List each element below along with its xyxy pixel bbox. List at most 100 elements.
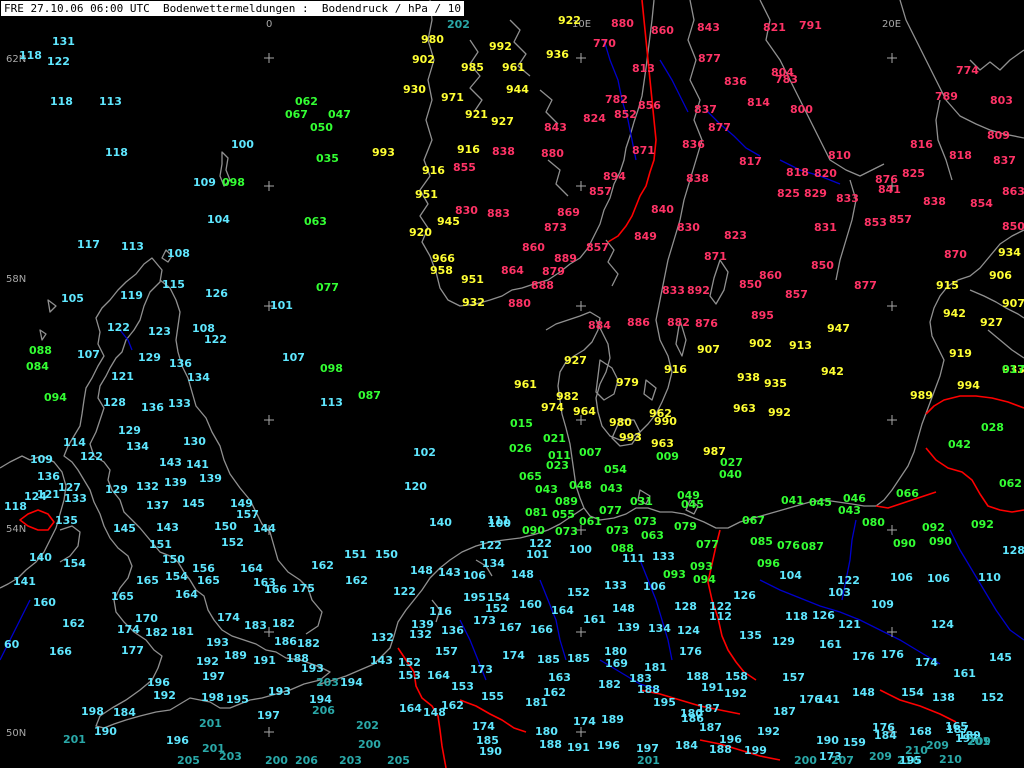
station-pressure-value: 193 (206, 636, 229, 649)
station-pressure-value: 189 (601, 713, 624, 726)
station-pressure-value: 131 (52, 35, 75, 48)
station-pressure-value: 129 (118, 424, 141, 437)
station-pressure-value: 126 (733, 589, 756, 602)
station-pressure-value: 863 (1002, 185, 1024, 198)
station-pressure-value: 182 (272, 617, 295, 630)
station-pressure-value: 155 (481, 690, 504, 703)
station-pressure-value: 112 (709, 610, 732, 623)
station-pressure-value: 106 (890, 571, 913, 584)
station-pressure-value: 203 (219, 750, 242, 763)
station-pressure-value: 192 (153, 689, 176, 702)
station-pressure-value: 209 (968, 735, 991, 748)
station-pressure-value: 094 (44, 391, 67, 404)
station-pressure-value: 990 (654, 415, 677, 428)
station-pressure-value: 118 (105, 146, 128, 159)
station-pressure-value: 934 (998, 246, 1021, 259)
station-pressure-value: 140 (29, 551, 52, 564)
station-pressure-value: 942 (821, 365, 844, 378)
station-pressure-value: 150 (162, 553, 185, 566)
station-pressure-value: 141 (13, 575, 36, 588)
station-pressure-value: 134 (648, 622, 671, 635)
station-pressure-value: 176 (679, 645, 702, 658)
station-pressure-value: 116 (429, 605, 452, 618)
station-pressure-value: 791 (799, 19, 822, 32)
station-pressure-value: 124 (931, 618, 954, 631)
station-pressure-value: 096 (757, 557, 780, 570)
station-pressure-value: 150 (214, 520, 237, 533)
station-pressure-value: 879 (542, 265, 565, 278)
station-pressure-value: 161 (953, 667, 976, 680)
station-pressure-value: 207 (831, 754, 854, 767)
station-pressure-value: 162 (311, 559, 334, 572)
station-pressure-value: 202 (447, 18, 470, 31)
station-pressure-value: 133 (64, 492, 87, 505)
station-pressure-value: 836 (682, 138, 705, 151)
station-pressure-value: 101 (270, 299, 293, 312)
station-pressure-value: 067 (285, 108, 308, 121)
station-pressure-value: 129 (772, 635, 795, 648)
station-pressure-value: 837 (993, 154, 1016, 167)
station-pressure-value: 122 (80, 450, 103, 463)
station-pressure-value: 077 (599, 504, 622, 517)
station-pressure-value: 118 (785, 610, 808, 623)
station-pressure-value: 916 (422, 164, 445, 177)
station-pressure-value: 974 (541, 401, 564, 414)
station-pressure-value: 174 (915, 656, 938, 669)
weather-map: 0 10E 20E 62N 58N 54N 50N 131118 122118 11… (0, 0, 1024, 768)
station-pressure-value: 190 (479, 745, 502, 758)
station-pressure-value: 140 (429, 516, 452, 529)
station-pressure-value: 148 (852, 686, 875, 699)
station-pressure-value: 164 (427, 669, 450, 682)
station-pressure-value: 148 (612, 602, 635, 615)
station-pressure-value: 195 (463, 591, 486, 604)
station-pressure-value: 927 (564, 354, 587, 367)
station-pressure-value: 191 (567, 741, 590, 754)
station-pressure-value: 182 (297, 637, 320, 650)
station-pressure-value: 809 (987, 129, 1010, 142)
station-pressure-value: 015 (510, 417, 533, 430)
station-pressure-value: 174 (502, 649, 525, 662)
lat-label-54n: 54N (6, 524, 26, 535)
station-pressure-value: 825 (777, 187, 800, 200)
station-pressure-value: 838 (686, 172, 709, 185)
lat-label-58n: 58N (6, 274, 26, 285)
station-pressure-value: 971 (441, 91, 464, 104)
station-pressure-value: 199 (744, 744, 767, 757)
station-pressure-value: 176 (852, 650, 875, 663)
station-pressure-value: 157 (236, 508, 259, 521)
station-pressure-value: 789 (935, 90, 958, 103)
station-pressure-value: 128 (103, 396, 126, 409)
station-pressure-value: 164 (240, 562, 263, 575)
station-pressure-value: 121 (111, 370, 134, 383)
station-pressure-value: 829 (804, 187, 827, 200)
station-pressure-value: 176 (881, 648, 904, 661)
lat-label-50n: 50N (6, 728, 26, 739)
station-pressure-value: 774 (956, 64, 979, 77)
station-pressure-value: 770 (593, 37, 616, 50)
station-pressure-value: 129 (138, 351, 161, 364)
station-pressure-value: 803 (990, 94, 1013, 107)
station-pressure-value: 884 (588, 319, 611, 332)
station-pressure-value: 124 (677, 624, 700, 637)
station-pressure-value: 080 (862, 516, 885, 529)
station-pressure-value: 200 (794, 754, 817, 767)
station-pressure-value: 193 (301, 662, 324, 675)
station-pressure-value: 062 (999, 477, 1022, 490)
station-pressure-value: 160 (33, 596, 56, 609)
station-pressure-value: 100 (231, 138, 254, 151)
station-pressure-value: 825 (902, 167, 925, 180)
station-pressure-value: 128 (674, 600, 697, 613)
station-pressure-value: 104 (207, 213, 230, 226)
station-pressure-value: 169 (605, 657, 628, 670)
station-pressure-value: 092 (922, 521, 945, 534)
station-pressure-value: 163 (548, 671, 571, 684)
station-pressure-value: 818 (786, 166, 809, 179)
station-pressure-value: 107 (77, 348, 100, 361)
station-pressure-value: 951 (415, 188, 438, 201)
station-pressure-value: 073 (606, 524, 629, 537)
station-pressure-value: 084 (26, 360, 49, 373)
station-pressure-value: 916 (457, 143, 480, 156)
station-pressure-value: 048 (569, 479, 592, 492)
station-pressure-value: 135 (739, 629, 762, 642)
station-pressure-value: 159 (843, 736, 866, 749)
